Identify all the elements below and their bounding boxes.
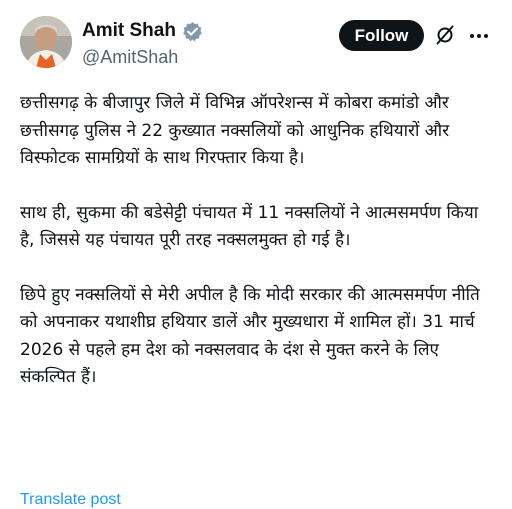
display-name[interactable]: Amit Shah <box>82 20 176 42</box>
tweet-paragraph-2: साथ ही, सुकमा की बडेसेट्टी पंचायत में 11… <box>20 202 479 251</box>
more-options-icon[interactable] <box>468 25 490 47</box>
name-row: Amit Shah <box>82 20 203 42</box>
tweet-paragraph-3: छिपे हुए नक्सलियों से मेरी अपील है कि मो… <box>20 284 480 388</box>
user-handle[interactable]: @AmitShah <box>82 47 178 68</box>
grok-icon[interactable] <box>434 24 456 46</box>
avatar-image <box>20 16 72 68</box>
post-header: Amit Shah @AmitShah Follow <box>0 0 512 80</box>
tweet-paragraph-1: छत्तीसगढ़ के बीजापुर जिले में विभिन्न ऑप… <box>20 93 450 168</box>
tweet-text: छत्तीसगढ़ के बीजापुर जिले में विभिन्न ऑप… <box>20 90 496 419</box>
translate-post-link[interactable]: Translate post <box>20 491 121 509</box>
verified-badge-icon <box>183 21 202 41</box>
avatar[interactable] <box>20 16 72 68</box>
follow-button[interactable]: Follow <box>339 20 424 51</box>
